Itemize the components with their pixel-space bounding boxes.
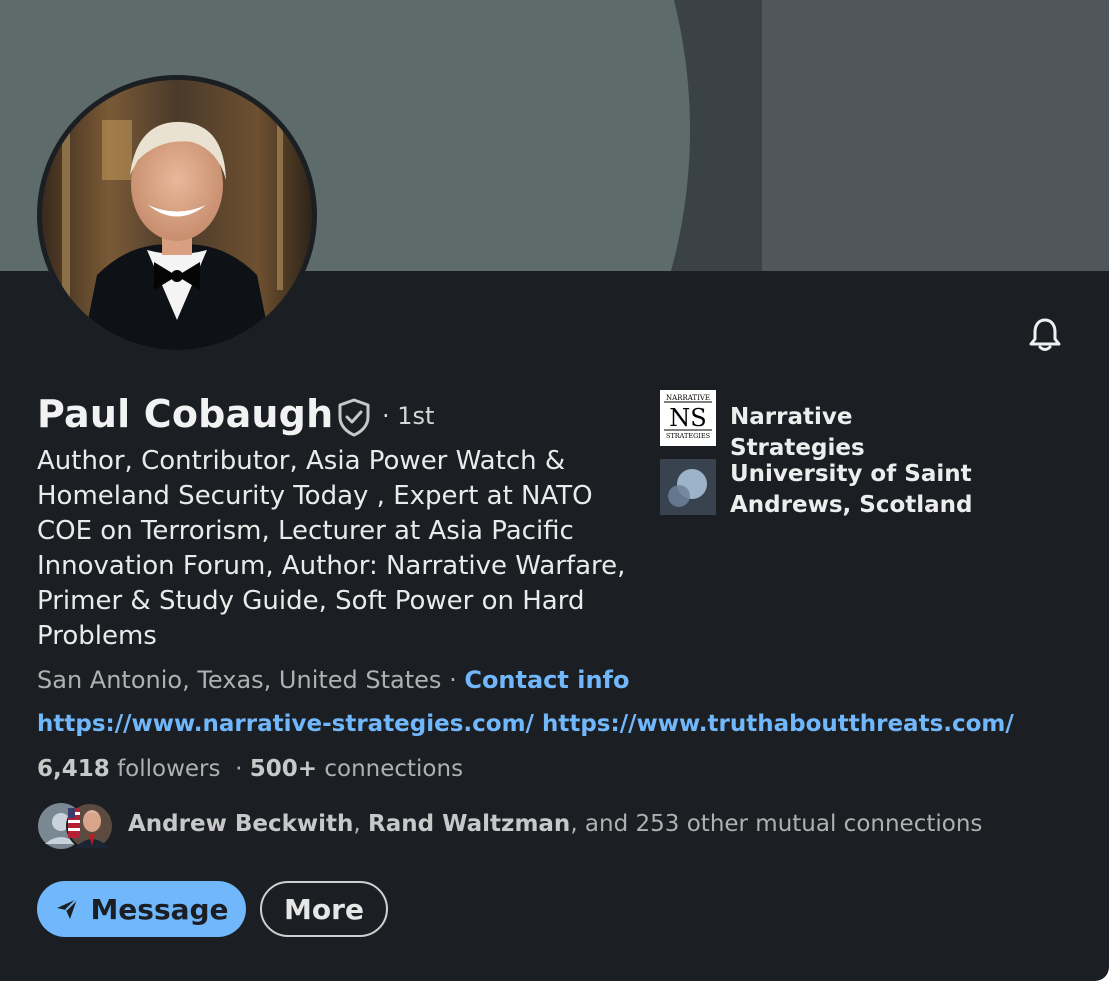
contact-info-link[interactable]: Contact info bbox=[464, 666, 629, 694]
followers-count[interactable]: 6,418 bbox=[37, 756, 110, 782]
mutual-name-2[interactable]: Rand Waltzman bbox=[368, 811, 570, 837]
logo-text-mid: NS bbox=[669, 404, 706, 432]
logo-text-top: NARRATIVE bbox=[666, 394, 710, 402]
profile-headline: Author, Contributor, Asia Power Watch & … bbox=[37, 446, 626, 651]
org-education[interactable]: University of Saint Andrews, Scotland bbox=[660, 459, 990, 521]
website-link-2[interactable]: https://www.truthaboutthreats.com/ bbox=[542, 711, 1014, 737]
connections-label[interactable]: connections bbox=[324, 756, 463, 782]
org-name-company: Narrative Strategies bbox=[730, 404, 865, 461]
network-stats: 6,418 followers · 500+ connections bbox=[37, 756, 463, 782]
mutual-name-1[interactable]: Andrew Beckwith bbox=[128, 811, 353, 837]
org-current-company[interactable]: NARRATIVE NS STRATEGIES Narrative Strate… bbox=[660, 390, 990, 464]
location-separator: · bbox=[441, 666, 465, 694]
mutual-separator: , bbox=[353, 811, 369, 837]
narrative-strategies-logo: NARRATIVE NS STRATEGIES bbox=[660, 390, 716, 446]
mutual-rest-text: , and 253 other mutual connections bbox=[570, 811, 983, 837]
location-text: San Antonio, Texas, United States bbox=[37, 666, 442, 694]
send-icon bbox=[57, 898, 79, 919]
message-button[interactable]: Message bbox=[37, 881, 246, 937]
school-logo-placeholder-icon bbox=[660, 459, 716, 515]
message-button-label: Message bbox=[90, 892, 229, 926]
mutual-connection-avatars[interactable] bbox=[37, 800, 117, 852]
mutual-connections-text[interactable]: Andrew Beckwith, Rand Waltzman, and 253 … bbox=[128, 811, 982, 837]
followers-label[interactable]: followers bbox=[117, 756, 220, 782]
profile-photo[interactable] bbox=[37, 75, 317, 355]
connections-count[interactable]: 500+ bbox=[250, 756, 317, 782]
bell-icon[interactable] bbox=[1025, 314, 1065, 354]
logo-text-bottom: STRATEGIES bbox=[666, 432, 710, 440]
website-link-1[interactable]: https://www.narrative-strategies.com/ bbox=[37, 711, 534, 737]
stats-separator: · bbox=[235, 756, 243, 782]
profile-name: Paul Cobaugh bbox=[37, 392, 334, 436]
more-button[interactable]: More bbox=[260, 881, 388, 937]
location-line: San Antonio, Texas, United States · Cont… bbox=[37, 666, 629, 694]
connection-degree: · 1st bbox=[382, 402, 435, 430]
profile-card: Paul Cobaugh · 1st Author, Contributor, … bbox=[0, 0, 1109, 981]
org-name-school: University of Saint Andrews, Scotland bbox=[730, 461, 973, 518]
verified-shield-icon[interactable] bbox=[336, 397, 372, 437]
website-links: https://www.narrative-strategies.com/ ht… bbox=[37, 711, 1014, 737]
